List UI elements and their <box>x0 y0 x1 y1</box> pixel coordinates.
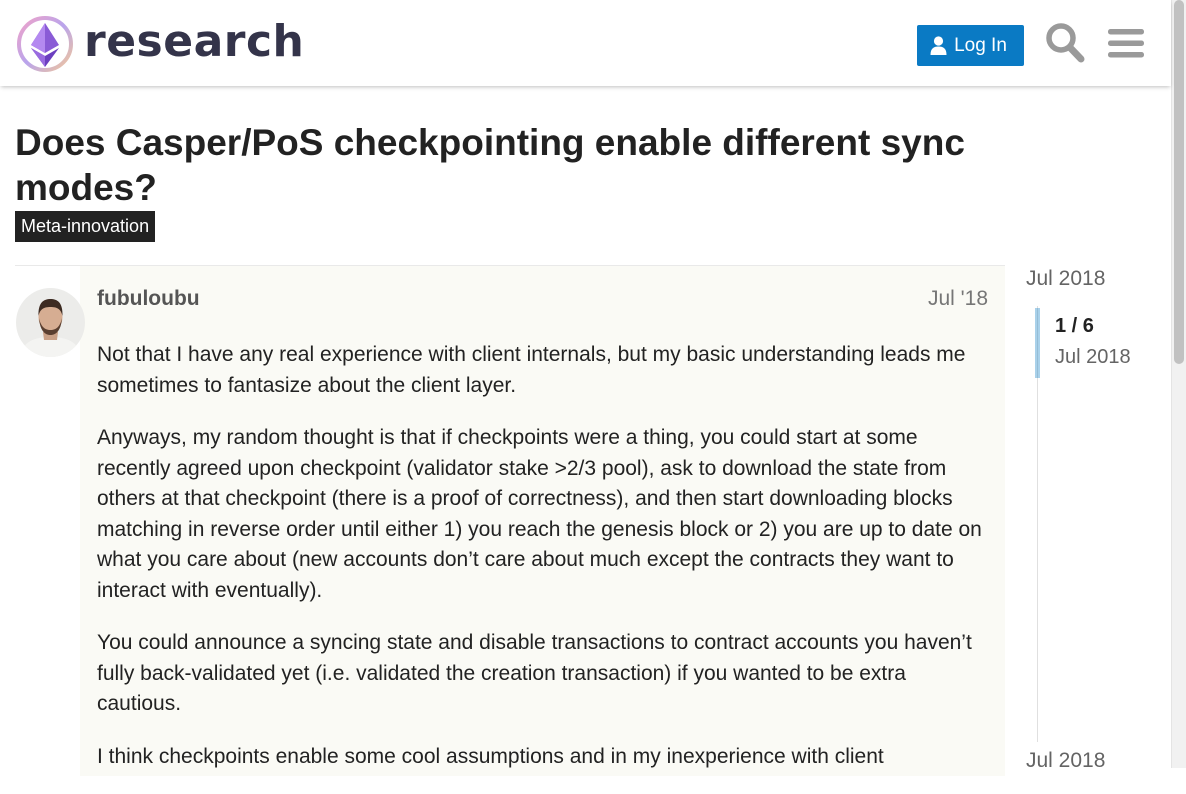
timeline-position-date: Jul 2018 <box>1055 346 1131 368</box>
login-button[interactable]: Log In <box>917 25 1024 66</box>
page-scrollbar[interactable] <box>1171 0 1186 768</box>
site-name[interactable]: research <box>84 14 304 70</box>
post-username[interactable]: fubuloubu <box>97 286 200 312</box>
category-badge[interactable]: Meta-innovation <box>15 211 156 242</box>
login-label: Log In <box>954 34 1007 56</box>
topic-title[interactable]: Does Casper/PoS checkpointing enable dif… <box>15 120 1015 210</box>
logo-icon[interactable] <box>16 15 74 73</box>
hamburger-menu-icon[interactable] <box>1106 22 1146 64</box>
post-date[interactable]: Jul '18 <box>928 286 988 312</box>
timeline-handle[interactable] <box>1035 308 1040 378</box>
search-icon[interactable] <box>1045 22 1085 64</box>
timeline-end-date[interactable]: Jul 2018 <box>1026 748 1105 774</box>
post-paragraph: Not that I have any real experience with… <box>97 343 966 397</box>
user-icon <box>930 36 947 55</box>
post-paragraph: You could announce a syncing state and d… <box>97 631 972 715</box>
scrollbar-thumb[interactable] <box>1174 0 1184 364</box>
site-header: research Log In <box>0 0 1171 86</box>
avatar[interactable] <box>16 288 85 357</box>
timeline-position: 1 / 6 <box>1055 315 1094 337</box>
timeline-start-date[interactable]: Jul 2018 <box>1026 266 1105 292</box>
post-paragraph: Anyways, my random thought is that if ch… <box>97 426 982 602</box>
post-content: Not that I have any real experience with… <box>97 340 992 794</box>
post-paragraph: I think checkpoints enable some cool ass… <box>97 744 884 768</box>
